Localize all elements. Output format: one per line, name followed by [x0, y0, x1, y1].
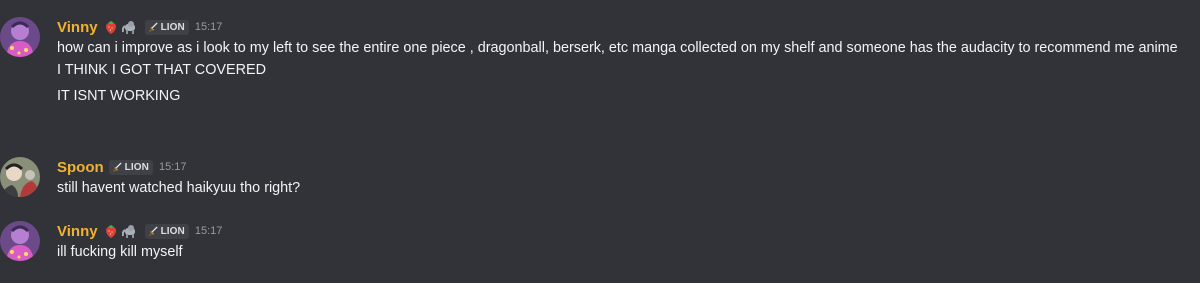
sword-icon: [112, 161, 122, 172]
role-label: LION: [160, 21, 185, 33]
strawberry-icon: [105, 225, 116, 238]
message-line: still havent watched haikyuu tho right?: [57, 180, 301, 196]
message-content: how can i improve as i look to my left t…: [57, 38, 1197, 112]
username[interactable]: Spoon: [57, 159, 104, 176]
sword-icon: [148, 225, 158, 236]
message-content: ill fucking kill myself: [57, 242, 1197, 268]
timestamp[interactable]: 15:17: [195, 225, 223, 237]
role-tag[interactable]: LION: [144, 19, 189, 35]
username[interactable]: Vinny: [57, 223, 98, 240]
message-line: how can i improve as i look to my left t…: [57, 40, 1178, 56]
message-header: Vinny LION 15:17: [57, 17, 222, 37]
sword-icon: [148, 21, 158, 32]
message-header: Vinny LION 15:17: [57, 221, 222, 241]
strawberry-icon: [105, 21, 116, 34]
role-tag[interactable]: LION: [108, 159, 153, 175]
chat-log: Vinny LION 15:17 how can i improve as i …: [0, 0, 1200, 283]
message-line: IT ISNT WORKING: [57, 88, 181, 104]
avatar[interactable]: [0, 157, 40, 197]
message-line: I THINK I GOT THAT COVERED: [57, 62, 266, 78]
avatar[interactable]: [0, 221, 40, 261]
role-label: LION: [160, 225, 185, 237]
message-content: still havent watched haikyuu tho right?: [57, 178, 1197, 204]
timestamp[interactable]: 15:17: [159, 161, 187, 173]
elephant-icon: [121, 225, 135, 238]
username[interactable]: Vinny: [57, 19, 98, 36]
avatar[interactable]: [0, 17, 40, 57]
message-line: ill fucking kill myself: [57, 244, 183, 260]
role-label: LION: [124, 161, 149, 173]
message-header: Spoon LION 15:17: [57, 157, 186, 177]
role-tag[interactable]: LION: [144, 223, 189, 239]
timestamp[interactable]: 15:17: [195, 21, 223, 33]
elephant-icon: [121, 21, 135, 34]
